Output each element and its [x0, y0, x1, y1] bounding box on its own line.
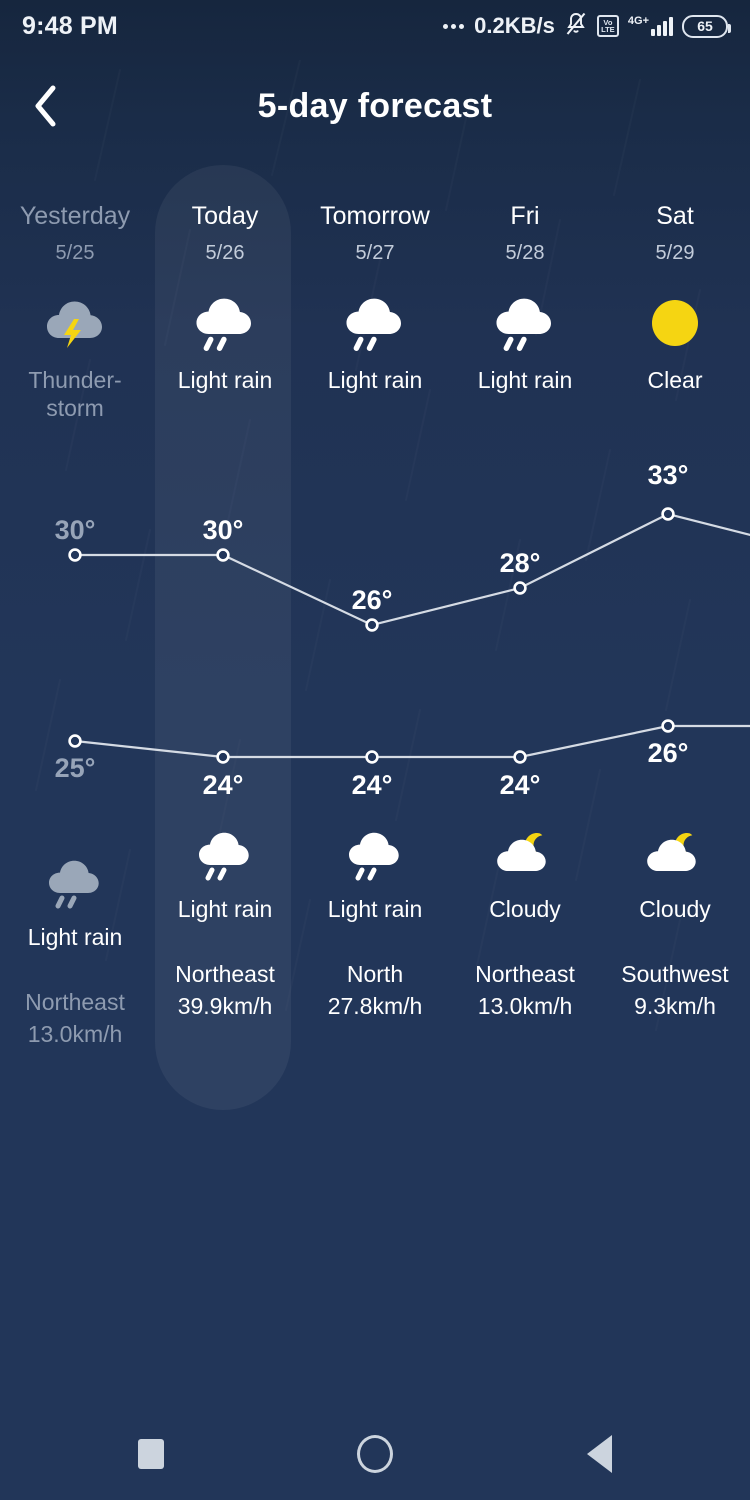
day-condition-label: Light rain	[477, 367, 573, 393]
overflow-dots-icon	[443, 23, 465, 29]
low-temp-label: 25°	[54, 753, 96, 783]
forecast-column-sat[interactable]: Sat 5/29 Clear Cloudy Southwest 9.3km/h	[600, 165, 750, 1125]
bell-muted-icon	[564, 11, 588, 42]
battery-icon: 65	[682, 14, 731, 38]
day-condition-line2: storm	[46, 395, 104, 422]
rain-icon	[489, 290, 561, 356]
wind-speed-label: 9.3km/h	[634, 993, 716, 1020]
rain-icon	[39, 852, 111, 914]
day-date: 5/27	[355, 242, 395, 264]
day-name: Yesterday	[19, 202, 131, 230]
high-temp-label: 30°	[202, 515, 244, 545]
cloudy-night-icon	[489, 824, 561, 886]
network-type-label: 4G+	[627, 15, 649, 27]
android-navigation-bar	[0, 1408, 750, 1500]
day-condition-line1: Thunder-	[28, 367, 122, 393]
forecast-column-yesterday[interactable]: Yesterday 5/25 Thunder- storm Light rain…	[0, 165, 150, 1125]
low-temp-label: 24°	[351, 770, 393, 800]
forecast-column-today[interactable]: Today 5/26 Light rain Light rain Northea…	[150, 165, 300, 1125]
wind-direction-label: Northeast	[175, 960, 275, 987]
signal-bars-icon: 4G+	[628, 16, 673, 36]
volte-icon: Vo LTE	[596, 15, 619, 37]
wind-speed-label: 13.0km/h	[27, 1021, 123, 1048]
back-nav-button[interactable]	[562, 1417, 636, 1491]
night-condition-label: Light rain	[27, 924, 123, 951]
forecast-column-tomorrow[interactable]: Tomorrow 5/27 Light rain Light rain Nort…	[300, 165, 450, 1125]
rain-icon	[189, 290, 261, 356]
low-temp-label: 24°	[499, 770, 541, 800]
rain-icon	[189, 824, 261, 886]
low-temp-label: 26°	[647, 738, 689, 768]
network-speed-label: 0.2KB/s	[474, 13, 555, 38]
page-title: 5-day forecast	[257, 86, 493, 125]
wind-speed-label: 27.8km/h	[327, 993, 423, 1020]
wind-direction-label: Northeast	[475, 960, 575, 987]
forecast-grid: Yesterday 5/25 Thunder- storm Light rain…	[0, 165, 750, 1125]
wind-direction-label: Northeast	[25, 988, 125, 1015]
day-date: 5/26	[205, 242, 245, 264]
square-recents-icon	[138, 1439, 164, 1469]
signal-strength-bars	[651, 16, 673, 36]
day-date: 5/29	[655, 242, 695, 264]
status-bar: 9:48 PM 0.2KB/s Vo LTE 4G+ 65	[0, 0, 750, 52]
recents-button[interactable]	[114, 1417, 188, 1491]
day-name: Fri	[510, 202, 540, 230]
weather-forecast-screen: 9:48 PM 0.2KB/s Vo LTE 4G+ 65 5-day fore…	[0, 0, 750, 1500]
high-temp-label: 30°	[54, 515, 96, 545]
day-name: Tomorrow	[320, 202, 430, 230]
wind-speed-label: 39.9km/h	[177, 993, 273, 1020]
title-bar: 5-day forecast	[0, 62, 750, 150]
battery-level-label: 65	[697, 18, 713, 34]
day-condition-label: Light rain	[177, 367, 273, 393]
sun-icon	[639, 290, 711, 356]
home-button[interactable]	[338, 1417, 412, 1491]
triangle-back-icon	[586, 1435, 612, 1473]
day-condition-label: Thunder- storm	[0, 366, 150, 422]
high-temp-label: 28°	[499, 548, 541, 578]
day-condition-label: Clear	[647, 367, 703, 393]
forecast-column-fri[interactable]: Fri 5/28 Light rain Cloudy Northeast 13.…	[450, 165, 600, 1125]
night-condition-label: Light rain	[327, 896, 423, 923]
back-button[interactable]	[0, 62, 92, 150]
status-icons: 0.2KB/s Vo LTE 4G+ 65	[443, 11, 731, 42]
wind-direction-label: Southwest	[621, 960, 729, 987]
day-date: 5/28	[505, 242, 545, 264]
thunderstorm-icon	[39, 290, 111, 356]
chevron-left-icon	[33, 84, 59, 128]
night-condition-label: Cloudy	[639, 896, 711, 923]
cloudy-night-icon	[639, 824, 711, 886]
high-temp-label: 26°	[351, 585, 393, 615]
day-name: Today	[191, 202, 259, 230]
day-condition-label: Light rain	[327, 367, 423, 393]
circle-home-icon	[357, 1435, 393, 1473]
night-condition-label: Light rain	[177, 896, 273, 923]
high-temp-label: 33°	[647, 460, 689, 490]
volte-bottom-text: LTE	[601, 25, 615, 34]
rain-icon	[339, 824, 411, 886]
wind-speed-label: 13.0km/h	[477, 993, 573, 1020]
night-condition-label: Cloudy	[489, 896, 561, 923]
wind-direction-label: North	[346, 960, 404, 987]
day-name: Sat	[656, 202, 694, 230]
status-clock: 9:48 PM	[22, 11, 118, 40]
low-temp-label: 24°	[202, 770, 244, 800]
rain-icon	[339, 290, 411, 356]
day-date: 5/25	[55, 242, 95, 264]
